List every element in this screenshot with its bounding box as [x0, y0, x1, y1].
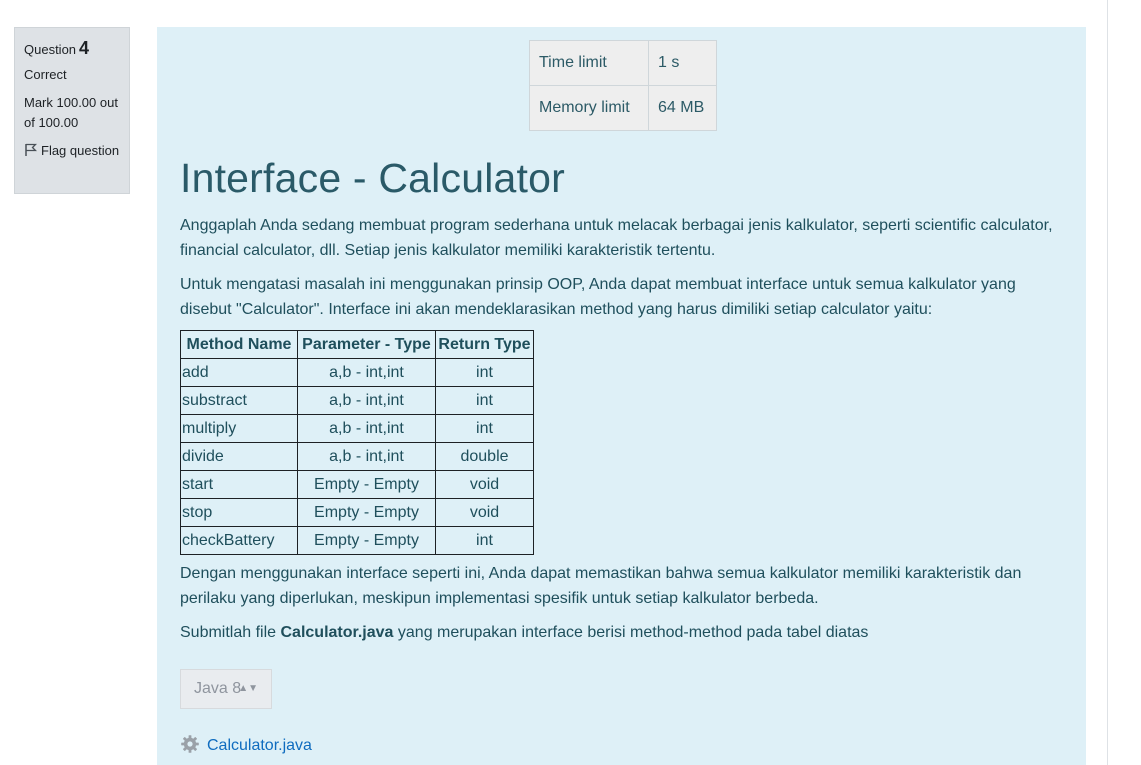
flag-question-button[interactable]: Flag question: [24, 141, 120, 161]
file-link-label: Calculator.java: [207, 737, 312, 754]
file-link[interactable]: Calculator.java: [180, 734, 312, 755]
method-name-cell: divide: [180, 442, 298, 471]
memory-limit-label: Memory limit: [529, 85, 649, 131]
return-type-cell: void: [435, 498, 534, 527]
paragraph-oop: Untuk mengatasi masalah ini menggunakan …: [180, 276, 1016, 318]
table-row: substract a,b - int,int int: [180, 386, 534, 415]
language-select[interactable]: Java 8 ▲▼: [180, 669, 272, 709]
return-type-cell: int: [435, 386, 534, 415]
question-number: 4: [79, 38, 90, 58]
memory-limit-row: Memory limit 64 MB: [529, 85, 717, 131]
table-row: divide a,b - int,int double: [180, 442, 534, 471]
parameter-type-cell: Empty - Empty: [297, 470, 436, 499]
flag-question-label: Flag question: [41, 143, 120, 158]
question-label: Question: [24, 42, 77, 57]
language-select-value: Java 8: [194, 680, 242, 697]
paragraph-submit: Submitlah file Calculator.java yang meru…: [180, 620, 1070, 645]
paragraph-conclusion: Dengan menggunakan interface seperti ini…: [180, 565, 1022, 607]
submit-text-after: yang merupakan interface berisi method-m…: [393, 624, 869, 641]
return-type-cell: int: [435, 358, 534, 387]
table-row: checkBattery Empty - Empty int: [180, 526, 534, 555]
parameter-type-cell: Empty - Empty: [297, 498, 436, 527]
page: Question 4 Correct Mark 100.00 out of 100…: [0, 0, 1141, 765]
time-limit-value: 1 s: [648, 40, 717, 86]
header-method-name: Method Name: [180, 330, 298, 359]
parameter-type-cell: a,b - int,int: [297, 414, 436, 443]
return-type-cell: double: [435, 442, 534, 471]
parameter-type-cell: a,b - int,int: [297, 386, 436, 415]
method-name-cell: start: [180, 470, 298, 499]
question-info-panel: Question 4 Correct Mark 100.00 out of 100…: [14, 27, 130, 194]
table-row: stop Empty - Empty void: [180, 498, 534, 527]
flag-icon: [25, 143, 38, 156]
time-limit-label: Time limit: [529, 40, 649, 86]
problem-title: Interface - Calculator: [180, 155, 565, 201]
header-return-type: Return Type: [435, 330, 534, 359]
question-number-row: Question 4: [24, 38, 120, 59]
table-row: multiply a,b - int,int int: [180, 414, 534, 443]
time-limit-row: Time limit 1 s: [529, 40, 717, 86]
question-state: Correct: [24, 67, 67, 82]
method-name-cell: checkBattery: [180, 526, 298, 555]
paragraph-intro: Anggaplah Anda sedang membuat program se…: [180, 217, 1053, 259]
method-name-cell: multiply: [180, 414, 298, 443]
table-row: start Empty - Empty void: [180, 470, 534, 499]
header-parameter-type: Parameter - Type: [297, 330, 436, 359]
submit-filename: Calculator.java: [280, 624, 394, 641]
return-type-cell: void: [435, 470, 534, 499]
method-name-cell: stop: [180, 498, 298, 527]
memory-limit-value: 64 MB: [648, 85, 717, 131]
method-name-cell: add: [180, 358, 298, 387]
methods-table: Method Name Parameter - Type Return Type…: [180, 330, 534, 555]
return-type-cell: int: [435, 414, 534, 443]
question-grade: Mark 100.00 out of 100.00: [24, 95, 118, 130]
method-name-cell: substract: [180, 386, 298, 415]
gear-icon: [181, 735, 199, 753]
submit-text-before: Submitlah file: [180, 624, 281, 641]
table-row: add a,b - int,int int: [180, 358, 534, 387]
methods-table-header: Method Name Parameter - Type Return Type: [180, 330, 534, 359]
return-type-cell: int: [435, 526, 534, 555]
question-content: Time limit 1 s Memory limit 64 MB Interf…: [157, 27, 1086, 765]
parameter-type-cell: a,b - int,int: [297, 442, 436, 471]
parameter-type-cell: Empty - Empty: [297, 526, 436, 555]
parameter-type-cell: a,b - int,int: [297, 358, 436, 387]
select-arrows-icon: ▲▼: [238, 683, 258, 694]
limits-table: Time limit 1 s Memory limit 64 MB: [529, 40, 717, 131]
page-divider: [1107, 0, 1108, 765]
